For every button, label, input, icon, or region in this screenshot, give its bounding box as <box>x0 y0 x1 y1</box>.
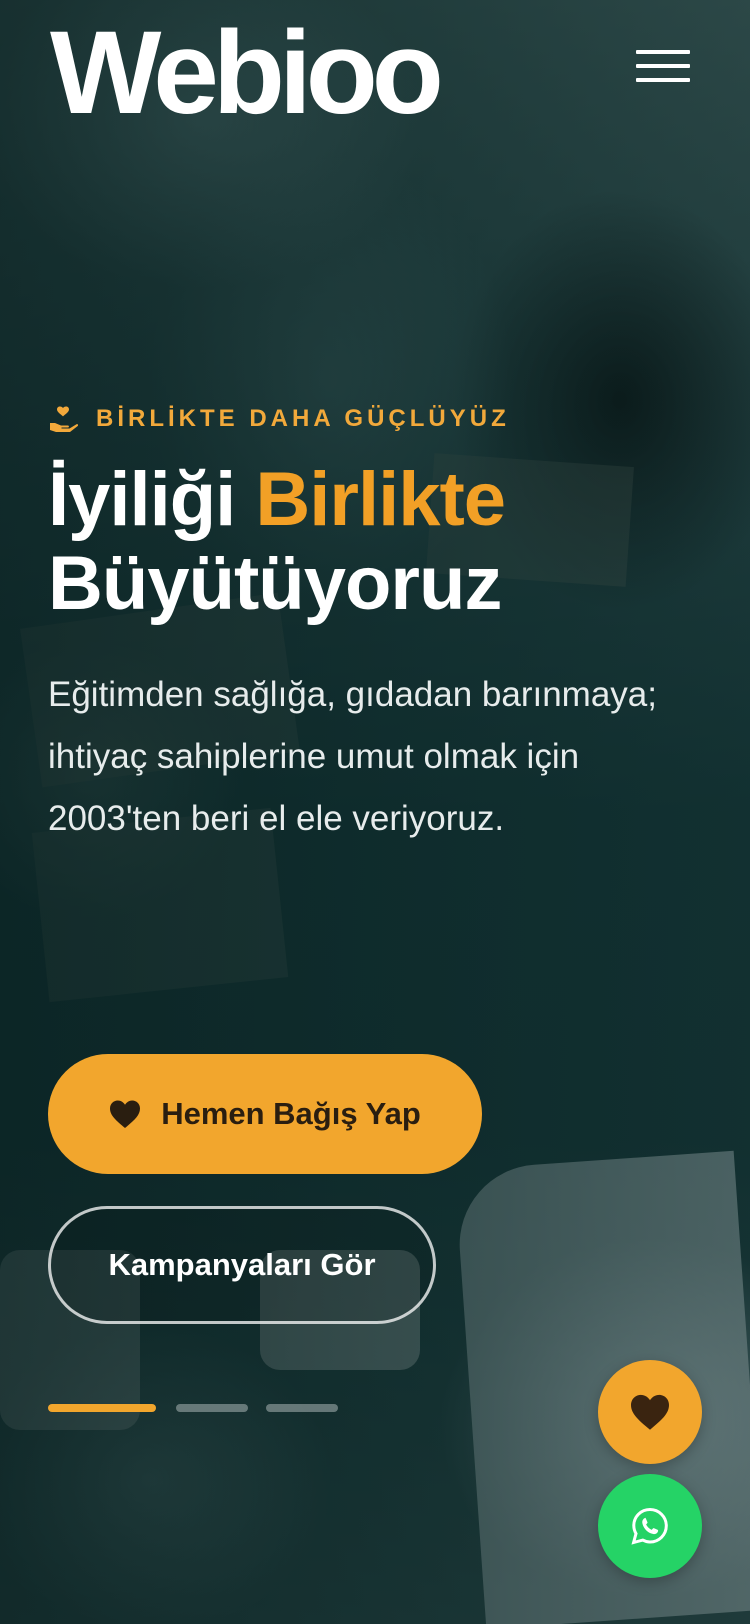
heart-icon <box>110 1100 141 1128</box>
menu-line <box>636 78 690 82</box>
floating-donate-button[interactable] <box>598 1360 702 1464</box>
hero-description: Eğitimden sağlığa, gıdadan barınmaya; ih… <box>48 675 657 838</box>
hero-title-part1: İyiliği <box>48 457 256 542</box>
slider-dot[interactable] <box>266 1404 338 1412</box>
slider-dot-active[interactable] <box>48 1404 156 1412</box>
hero-title-accent: Birlikte <box>255 457 506 542</box>
hero-title-part2: Büyütüyoruz <box>48 541 502 626</box>
whatsapp-icon <box>631 1507 668 1545</box>
heart-icon <box>631 1394 669 1430</box>
hand-heart-icon <box>50 406 78 432</box>
hamburger-menu-icon[interactable] <box>636 48 690 84</box>
menu-line <box>636 50 690 54</box>
site-logo[interactable]: Webioo <box>50 14 444 132</box>
view-campaigns-label: Kampanyaları Gör <box>108 1247 376 1282</box>
donate-now-button[interactable]: Hemen Bağış Yap <box>48 1054 482 1174</box>
donate-now-label: Hemen Bağış Yap <box>161 1096 421 1131</box>
menu-line <box>636 64 690 68</box>
view-campaigns-button[interactable]: Kampanyaları Gör <box>48 1206 436 1324</box>
floating-whatsapp-button[interactable] <box>598 1474 702 1578</box>
slider-dot[interactable] <box>176 1404 248 1412</box>
hero-eyebrow: BİRLİKTE DAHA GÜÇLÜYÜZ <box>48 404 510 434</box>
hero-title: İyiliği Birlikte Büyütüyoruz <box>48 458 708 626</box>
hero-eyebrow-text: BİRLİKTE DAHA GÜÇLÜYÜZ <box>96 405 510 432</box>
